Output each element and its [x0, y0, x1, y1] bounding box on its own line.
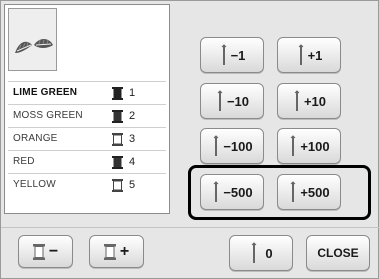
move-plus-100-button[interactable]: +100: [277, 128, 341, 164]
divider: [1, 227, 379, 228]
previous-color-button[interactable]: −: [18, 235, 73, 268]
button-label: +100: [300, 138, 330, 154]
close-button[interactable]: CLOSE: [306, 235, 370, 271]
move-plus-500-button[interactable]: +500: [277, 174, 341, 210]
color-name: MOSS GREEN: [13, 110, 83, 121]
move-minus-100-button[interactable]: −100: [200, 128, 264, 164]
button-label: +10: [303, 93, 327, 109]
thread-spool-icon: [32, 243, 45, 260]
color-row-3[interactable]: ORANGE 3: [8, 127, 166, 150]
color-row-4[interactable]: RED 4: [8, 150, 166, 173]
button-label: 0: [265, 245, 273, 261]
color-row-1[interactable]: LIME GREEN 1: [8, 81, 166, 104]
button-label: −100: [223, 138, 253, 154]
button-label: +: [119, 242, 130, 260]
reset-zero-button[interactable]: 0: [229, 235, 293, 271]
color-number: 4: [129, 156, 136, 168]
needle-icon: [294, 90, 300, 111]
move-minus-1-button[interactable]: −1: [200, 37, 264, 73]
thread-spool-icon: [103, 243, 116, 260]
color-name: YELLOW: [13, 179, 56, 190]
color-row-5[interactable]: YELLOW 5: [8, 173, 166, 196]
move-plus-1-button[interactable]: +1: [277, 37, 341, 73]
color-number: 2: [129, 110, 136, 122]
thread-spool-icon: [112, 87, 123, 100]
thread-spool-icon: [112, 156, 123, 169]
move-plus-10-button[interactable]: +10: [277, 83, 341, 119]
leaf-pattern-icon: [15, 39, 53, 53]
move-minus-10-button[interactable]: −10: [200, 83, 264, 119]
button-label: −: [48, 242, 59, 260]
thread-spool-icon: [112, 110, 123, 123]
button-label: −500: [223, 184, 253, 200]
needle-icon: [290, 181, 296, 202]
thread-spool-icon: [112, 133, 123, 146]
needle-icon: [252, 242, 257, 263]
thread-spool-icon: [112, 179, 123, 192]
color-list-panel: LIME GREEN 1 MOSS GREEN 2 ORANGE 3 RED 4…: [4, 4, 170, 214]
button-label: +500: [300, 184, 330, 200]
button-label: CLOSE: [317, 246, 359, 260]
move-minus-500-button[interactable]: −500: [200, 174, 264, 210]
needle-icon: [213, 181, 219, 202]
needle-icon: [221, 44, 226, 65]
button-label: −1: [230, 47, 246, 63]
color-name: RED: [13, 156, 35, 167]
next-color-button[interactable]: +: [89, 235, 144, 268]
button-label: −10: [226, 93, 250, 109]
needle-icon: [290, 135, 296, 156]
color-name: LIME GREEN: [13, 87, 78, 98]
color-number: 3: [129, 133, 136, 145]
needle-icon: [217, 90, 223, 111]
stitch-jump-dialog: LIME GREEN 1 MOSS GREEN 2 ORANGE 3 RED 4…: [0, 0, 379, 279]
needle-icon: [213, 135, 219, 156]
needle-icon: [298, 44, 303, 65]
color-number: 1: [129, 87, 136, 99]
color-row-2[interactable]: MOSS GREEN 2: [8, 104, 166, 127]
button-label: +1: [307, 47, 323, 63]
color-name: ORANGE: [13, 133, 58, 144]
embroidery-preview: [8, 8, 57, 71]
color-number: 5: [129, 179, 136, 191]
